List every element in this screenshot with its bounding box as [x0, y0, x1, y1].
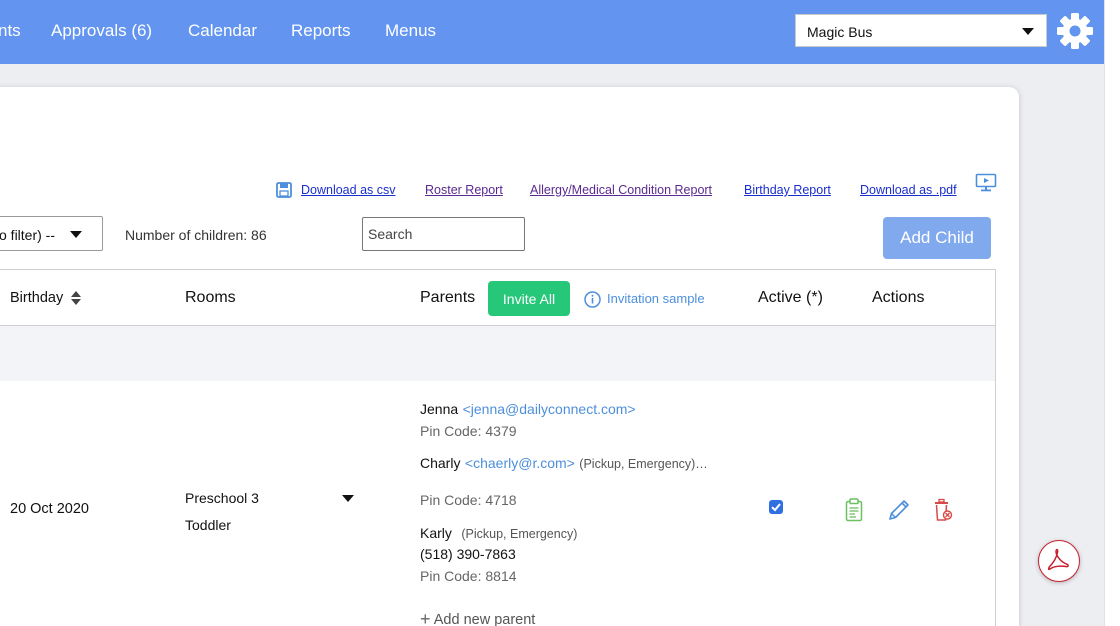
- add-new-parent-link[interactable]: + Add new parent: [420, 608, 535, 626]
- add-new-parent-label: Add new parent: [433, 612, 536, 626]
- school-select-value: Magic Bus: [807, 24, 873, 40]
- allergy-report-link[interactable]: Allergy/Medical Condition Report: [530, 183, 712, 197]
- parent-name: Charly: [420, 455, 461, 471]
- nav-item-menus[interactable]: Menus: [385, 21, 436, 41]
- room-group-row: [0, 326, 996, 381]
- parent-pin-code: Pin Code: 8814: [420, 568, 517, 584]
- monitor-icon[interactable]: [975, 173, 997, 193]
- child-birthday: 20 Oct 2020: [10, 501, 89, 517]
- page-scrollbar[interactable]: [1104, 0, 1120, 626]
- invite-all-button[interactable]: Invite All: [488, 281, 570, 316]
- top-navbar: nts Approvals (6) Calendar Reports Menus…: [0, 0, 1104, 64]
- clipboard-icon[interactable]: [845, 498, 863, 522]
- gear-icon[interactable]: [1056, 12, 1094, 50]
- pencil-icon[interactable]: [887, 498, 911, 522]
- check-icon: [771, 503, 781, 512]
- column-header-rooms: Rooms: [185, 289, 236, 306]
- nav-item-reports[interactable]: Reports: [291, 21, 351, 41]
- invitation-sample-link[interactable]: Invitation sample: [607, 291, 705, 306]
- download-csv-link[interactable]: Download as csv: [301, 183, 396, 197]
- children-count: Number of children: 86: [125, 227, 267, 243]
- add-child-button[interactable]: Add Child: [883, 217, 991, 259]
- child-room: Toddler: [185, 517, 231, 533]
- sort-icon[interactable]: [70, 290, 82, 306]
- pdf-icon: [1047, 548, 1069, 571]
- parent-entry: Karly (Pickup, Emergency): [420, 525, 577, 543]
- trash-icon[interactable]: [932, 498, 954, 522]
- parent-roles: (Pickup, Emergency)…: [579, 457, 708, 471]
- child-room: Preschool 3: [185, 490, 259, 506]
- parent-name: Karly: [420, 525, 452, 541]
- column-header-parents: Parents: [420, 289, 476, 306]
- chevron-down-icon: [70, 231, 82, 238]
- column-header-active: Active (*): [758, 289, 823, 306]
- room-filter-select[interactable]: o filter) --: [0, 216, 103, 251]
- school-select[interactable]: Magic Bus: [795, 14, 1047, 47]
- parent-phone: (518) 390-7863: [420, 546, 516, 562]
- parent-pin-code: Pin Code: 4718: [420, 492, 517, 508]
- parent-email-link[interactable]: <chaerly@r.com>: [465, 455, 575, 471]
- pdf-export-button[interactable]: [1038, 540, 1080, 582]
- birthday-report-link[interactable]: Birthday Report: [744, 183, 831, 197]
- download-pdf-link[interactable]: Download as .pdf: [860, 183, 957, 197]
- search-input[interactable]: [362, 217, 525, 251]
- info-icon[interactable]: [584, 291, 601, 308]
- active-checkbox[interactable]: [769, 500, 783, 514]
- floppy-disk-icon[interactable]: [276, 182, 292, 198]
- column-header-birthday[interactable]: Birthday: [10, 290, 63, 306]
- parent-name: Jenna: [420, 401, 459, 417]
- nav-item-events[interactable]: nts: [0, 21, 21, 41]
- column-header-actions: Actions: [872, 289, 925, 306]
- chevron-down-icon: [1022, 28, 1034, 35]
- room-filter-value: o filter) --: [0, 227, 55, 243]
- parent-roles: (Pickup, Emergency): [461, 527, 578, 541]
- roster-report-link[interactable]: Roster Report: [425, 183, 503, 197]
- parent-email-link[interactable]: <jenna@dailyconnect.com>: [463, 401, 636, 417]
- rooms-dropdown-icon[interactable]: [342, 495, 354, 502]
- plus-icon: +: [420, 609, 431, 626]
- parent-entry: Charly <chaerly@r.com> (Pickup, Emergenc…: [420, 455, 708, 473]
- nav-item-calendar[interactable]: Calendar: [188, 21, 257, 41]
- nav-item-approvals[interactable]: Approvals (6): [51, 21, 152, 41]
- parent-pin-code: Pin Code: 4379: [420, 423, 517, 439]
- parent-entry: Jenna <jenna@dailyconnect.com>: [420, 401, 636, 419]
